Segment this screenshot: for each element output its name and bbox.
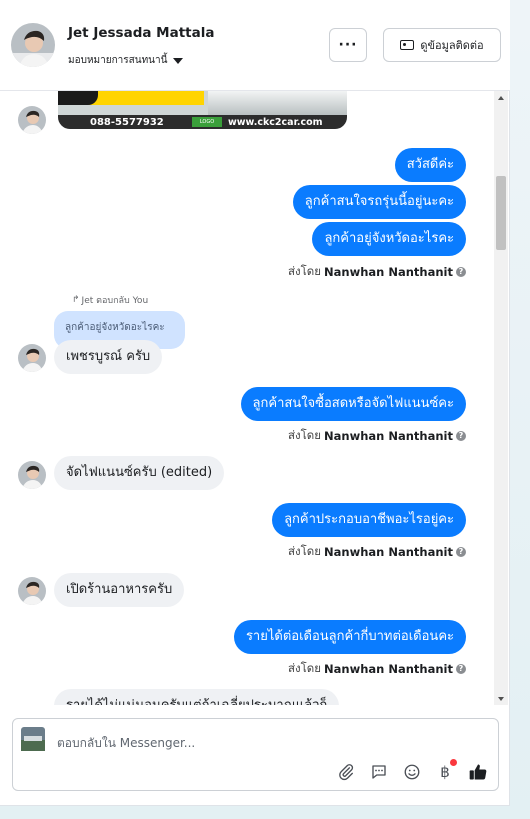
reply-hint: ↱ Jet ตอบกลับ You — [72, 295, 149, 306]
info-icon[interactable]: ? — [456, 431, 466, 441]
notification-dot — [450, 759, 457, 766]
assign-label: มอบหมายการสนทนานี้ — [68, 55, 168, 66]
chevron-down-icon — [173, 57, 184, 64]
attach-icon[interactable] — [336, 762, 356, 782]
sent-by-label: ส่งโดย Nanwhan Nanthanit ? — [288, 543, 466, 561]
shared-ad-image[interactable]: 088-5577932 LOGO www.ckc2car.com — [58, 91, 347, 129]
contact-avatar-small — [18, 577, 46, 605]
info-icon[interactable]: ? — [456, 664, 466, 674]
ad-url: www.ckc2car.com — [228, 116, 323, 128]
contact-avatar-small — [18, 344, 46, 372]
payment-icon[interactable]: ฿ — [435, 759, 457, 782]
message-bubble-outgoing[interactable]: ลูกค้าอยู่จังหวัดอะไรคะ — [312, 222, 466, 256]
composer-toolbar: ฿ — [336, 759, 488, 782]
message-list[interactable]: 088-5577932 LOGO www.ckc2car.com สวัสดีค… — [0, 91, 492, 705]
contact-avatar-small — [18, 106, 46, 134]
message-bubble-outgoing[interactable]: ลูกค้าสนใจรถรุ่นนี้อยู่นะคะ — [292, 185, 466, 219]
like-icon[interactable] — [468, 762, 488, 782]
message-bubble-outgoing[interactable]: รายได้ต่อเดือนลูกค้ากี่บาทต่อเดือนคะ — [233, 620, 466, 654]
emoji-icon[interactable] — [402, 762, 422, 782]
sent-by-label: ส่งโดย Nanwhan Nanthanit ? — [288, 427, 466, 445]
scroll-down-arrow[interactable] — [498, 697, 504, 701]
message-bubble-incoming[interactable]: จัดไฟแนนซ์ครับ (edited) — [54, 456, 225, 490]
conversation-header: Jet Jessada Mattala มอบหมายการสนทนานี้ ·… — [0, 0, 510, 91]
message-scrollbar[interactable] — [494, 91, 508, 705]
view-contact-info-button[interactable]: ดูข้อมูลติดต่อ — [383, 28, 501, 62]
scroll-thumb[interactable] — [496, 176, 506, 250]
message-bubble-outgoing[interactable]: สวัสดีค่ะ — [394, 148, 466, 182]
message-bubble-incoming[interactable]: เปิดร้านอาหารครับ — [54, 573, 185, 607]
info-icon[interactable]: ? — [456, 547, 466, 557]
message-bubble-incoming[interactable]: รายได้ไม่แน่นอนครับแต่ถ้าเฉลี่ยประมาณแล้… — [54, 689, 340, 705]
sender-name: Nanwhan Nanthanit — [324, 429, 453, 443]
contact-name[interactable]: Jet Jessada Mattala — [68, 25, 214, 41]
message-bubble-outgoing[interactable]: ลูกค้าสนใจซื้อสดหรือจัดไฟแนนซ์คะ — [240, 387, 466, 421]
reply-composer[interactable]: ตอบกลับใน Messenger... ฿ — [12, 718, 499, 791]
sent-by-label: ส่งโดย Nanwhan Nanthanit ? — [288, 660, 466, 678]
contact-avatar[interactable] — [11, 23, 55, 67]
view-contact-info-label: ดูข้อมูลติดต่อ — [420, 39, 484, 52]
reply-input[interactable]: ตอบกลับใน Messenger... — [57, 734, 195, 753]
sender-name: Nanwhan Nanthanit — [324, 545, 453, 559]
assign-conversation-dropdown[interactable]: มอบหมายการสนทนานี้ — [68, 53, 184, 68]
info-icon[interactable]: ? — [456, 267, 466, 277]
contact-card-icon — [400, 40, 415, 50]
conversation-panel: Jet Jessada Mattala มอบหมายการสนทนานี้ ·… — [0, 0, 510, 806]
ad-phone: 088-5577932 — [90, 116, 164, 128]
page-avatar — [21, 727, 45, 751]
scroll-up-arrow[interactable] — [498, 96, 504, 100]
more-options-button[interactable]: ··· — [329, 28, 367, 62]
contact-avatar-small — [18, 461, 46, 489]
sent-by-label: ส่งโดย Nanwhan Nanthanit ? — [288, 263, 466, 281]
sender-name: Nanwhan Nanthanit — [324, 265, 453, 279]
ad-logo: LOGO — [192, 117, 222, 127]
saved-reply-icon[interactable] — [369, 762, 389, 782]
sender-name: Nanwhan Nanthanit — [324, 662, 453, 676]
more-icon: ··· — [338, 37, 358, 53]
message-bubble-incoming[interactable]: เพชรบูรณ์ ครับ — [54, 340, 163, 374]
reply-arrow-icon: ↱ — [72, 295, 80, 305]
message-bubble-outgoing[interactable]: ลูกค้าประกอบอาชีพอะไรอยู่คะ — [272, 503, 466, 537]
